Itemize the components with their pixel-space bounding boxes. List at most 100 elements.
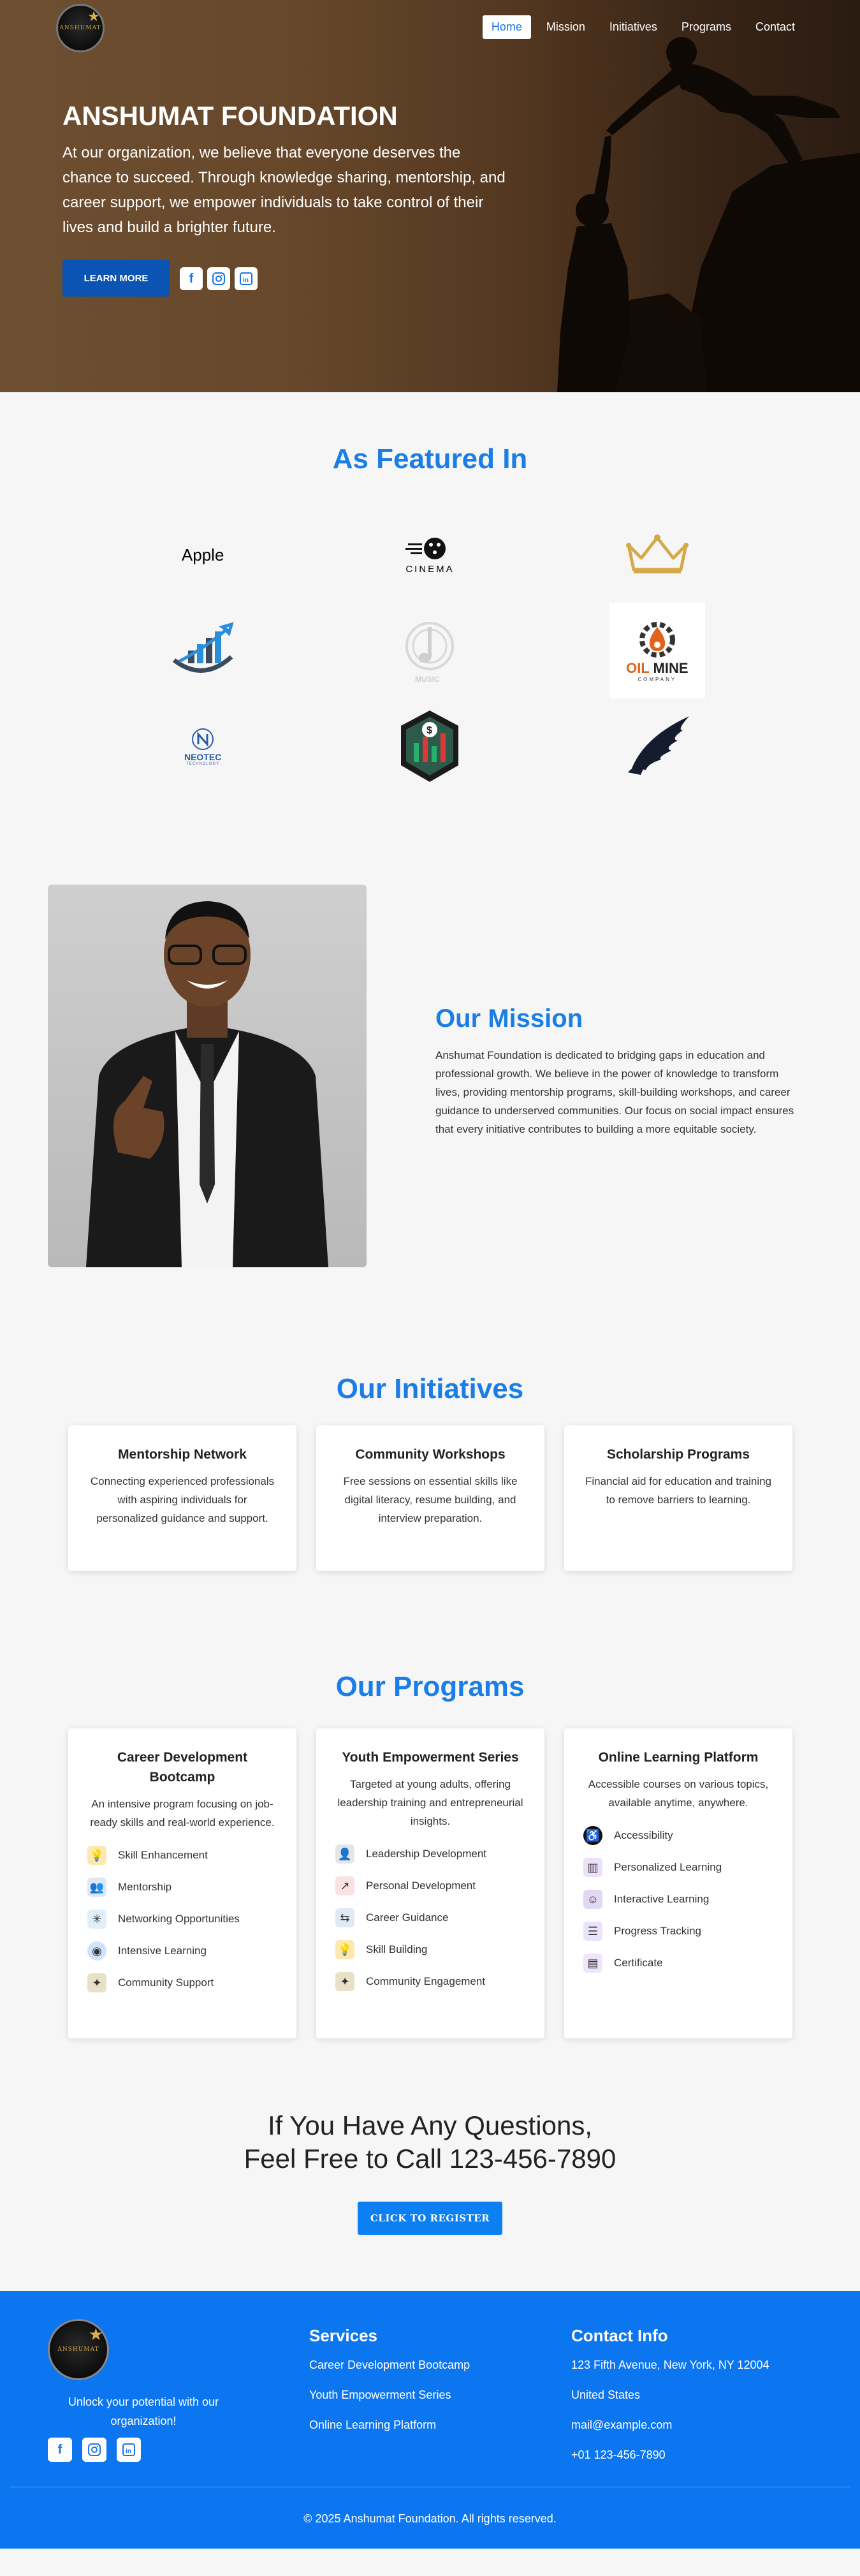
program-card: Online Learning Platform Accessible cour…	[564, 1728, 792, 2038]
card-desc: Connecting experienced professionals wit…	[90, 1475, 275, 1524]
contact-address: 123 Fifth Avenue, New York, NY 12004	[571, 2359, 769, 2371]
service-link[interactable]: Career Development Bootcamp	[309, 2359, 470, 2388]
personalized-icon: ▥	[583, 1858, 602, 1877]
certificate-icon: ▤	[583, 1954, 602, 1973]
hero-title: ANSHUMAT FOUNDATION	[62, 101, 398, 131]
oil-mine-box: OIL MINE COMPANY	[609, 603, 705, 698]
personal-growth-icon: ↗	[335, 1876, 354, 1895]
oil-mine-sub: COMPANY	[638, 676, 677, 682]
card-title: Online Learning Platform	[598, 1750, 759, 1765]
logo-text: ANSHUMAT	[57, 2346, 99, 2353]
crown-logo	[544, 507, 771, 603]
hero-section: ANSHUMAT ★ Home Mission Initiatives Prog…	[0, 0, 860, 392]
list-item: ▤ Certificate	[582, 1947, 775, 1979]
eagle-logo	[544, 698, 771, 794]
cta-line-2: Feel Free to Call 123-456-7890	[244, 2144, 616, 2174]
phone-link[interactable]: +01 123-456-7890	[571, 2448, 666, 2461]
mission-photo	[48, 885, 367, 1267]
mission-title: Our Mission	[435, 1005, 583, 1033]
eagle-wing-icon	[627, 716, 689, 775]
card-desc: Financial aid for education and training…	[585, 1475, 772, 1506]
mission-section: Our Mission Anshumat Foundation is dedic…	[0, 832, 860, 1368]
career-guidance-icon: ⇆	[335, 1908, 354, 1927]
card-desc: An intensive program focusing on job-rea…	[90, 1798, 275, 1829]
list-item: ✦ Community Support	[86, 1967, 279, 1999]
card-desc: Accessible courses on various topics, av…	[588, 1778, 769, 1809]
instagram-icon[interactable]	[207, 267, 230, 290]
service-link[interactable]: Online Learning Platform	[309, 2418, 470, 2448]
footer-contact: Contact Info 123 Fifth Avenue, New York,…	[571, 2326, 769, 2478]
email-link[interactable]: mail@example.com	[571, 2418, 672, 2431]
list-item: 👤 Leadership Development	[334, 1838, 527, 1870]
linkedin-icon[interactable]: in	[117, 2438, 141, 2462]
star-icon: ★	[87, 8, 100, 24]
brain-icon: ◉	[87, 1941, 106, 1961]
nav-mission[interactable]: Mission	[537, 15, 594, 39]
instagram-icon[interactable]	[82, 2438, 106, 2462]
card-desc: Targeted at young adults, offering leade…	[337, 1778, 523, 1827]
network-icon: ✳	[87, 1910, 106, 1929]
card-title: Career Development Bootcamp	[117, 1750, 248, 1785]
accessibility-icon: ♿	[583, 1826, 602, 1845]
initiatives-title: Our Initiatives	[336, 1373, 524, 1404]
neotec-icon	[192, 728, 214, 750]
site-logo[interactable]: ANSHUMAT ★	[56, 4, 105, 52]
cta-line-1: If You Have Any Questions,	[267, 2110, 592, 2140]
footer-social-links: f in	[48, 2438, 141, 2462]
feature-list: 💡 Skill Enhancement 👥 Mentorship ✳ Networki…	[86, 1839, 279, 1999]
list-item: ✳ Networking Opportunities	[86, 1903, 279, 1935]
card-title: Community Workshops	[355, 1447, 506, 1462]
mine-text: MINE	[653, 659, 689, 676]
lightbulb-icon: 💡	[87, 1846, 106, 1865]
neotec-sub: TECHNOLOGY	[186, 762, 220, 766]
register-button[interactable]: CLICK TO REGISTER	[358, 2202, 502, 2235]
footer-logo[interactable]: ANSHUMAT ★	[48, 2319, 109, 2380]
oil-text: OIL	[626, 659, 650, 676]
growth-chart-icon	[173, 622, 234, 673]
interactive-icon: ☺	[583, 1890, 602, 1909]
service-link[interactable]: Youth Empowerment Series	[309, 2388, 470, 2418]
star-icon: ★	[88, 2325, 103, 2344]
music-logo: MUSIC	[316, 603, 543, 698]
nav-programs[interactable]: Programs	[673, 15, 740, 39]
music-note-icon: MUSIC	[405, 622, 455, 684]
progress-icon: ☰	[583, 1922, 602, 1941]
shield-dollar-logo: $	[316, 698, 543, 794]
learn-more-button[interactable]: LEARN MORE	[62, 260, 170, 297]
facebook-icon[interactable]: f	[48, 2438, 72, 2462]
mission-text: Anshumat Foundation is dedicated to brid…	[435, 1049, 794, 1135]
initiative-card: Mentorship Network Connecting experience…	[68, 1425, 296, 1571]
engagement-icon: ✦	[335, 1972, 354, 1991]
svg-text:in: in	[126, 2448, 131, 2455]
skill-building-icon: 💡	[335, 1940, 354, 1959]
list-item: ◉ Intensive Learning	[86, 1935, 279, 1967]
programs-title: Our Programs	[335, 1671, 525, 1702]
cinema-logo: CINEMA	[316, 507, 543, 603]
apple-logo: Apple	[89, 507, 316, 603]
featured-title: As Featured In	[332, 443, 528, 475]
crown-icon	[625, 534, 689, 573]
hero-social-links: f in	[180, 267, 258, 290]
list-item: 👥 Mentorship	[86, 1871, 279, 1903]
featured-logo-grid: Apple CINEMA MUSIC OIL MINE COMPANY NEOT…	[89, 507, 771, 794]
contact-heading: Contact Info	[571, 2326, 668, 2345]
nav-initiatives[interactable]: Initiatives	[601, 15, 666, 39]
program-card: Youth Empowerment Series Targeted at you…	[316, 1728, 544, 2038]
card-title: Scholarship Programs	[606, 1447, 750, 1462]
mentor-icon: 👥	[87, 1878, 106, 1897]
list-item: ▥ Personalized Learning	[582, 1851, 775, 1883]
nav-home[interactable]: Home	[482, 15, 531, 39]
cta-heading: If You Have Any Questions, Feel Free to …	[0, 2109, 860, 2175]
card-title: Mentorship Network	[118, 1447, 247, 1462]
gear-drop-icon	[639, 621, 675, 658]
copyright: © 2025 Anshumat Foundation. All rights r…	[303, 2512, 557, 2525]
logo-text: ANSHUMAT	[59, 25, 101, 31]
list-item: ♿ Accessibility	[582, 1820, 775, 1851]
facebook-icon[interactable]: f	[180, 267, 203, 290]
film-reel-icon	[405, 537, 446, 559]
growth-chart-logo	[89, 603, 316, 698]
contact-country: United States	[571, 2388, 641, 2401]
nav-contact[interactable]: Contact	[747, 15, 804, 39]
list-item: ☺ Interactive Learning	[582, 1883, 775, 1915]
linkedin-icon[interactable]: in	[235, 267, 258, 290]
